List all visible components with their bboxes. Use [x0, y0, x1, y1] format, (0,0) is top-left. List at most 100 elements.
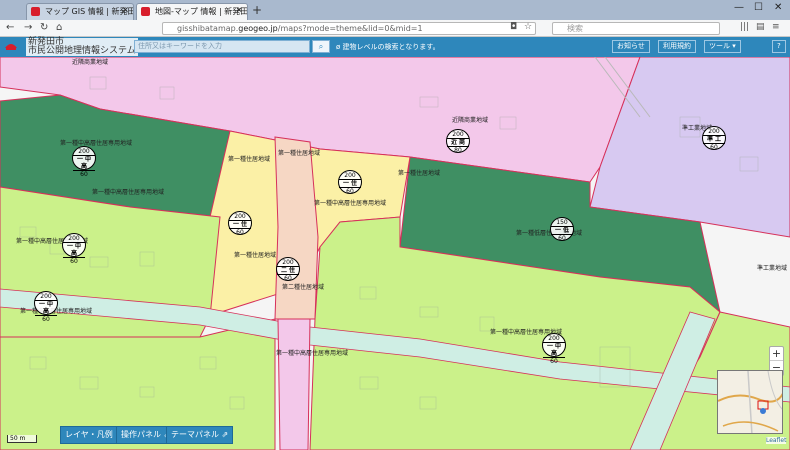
keyword-search-input[interactable]: 住所又はキーワードを入力: [134, 40, 310, 53]
badge-bcr: 60: [80, 171, 88, 178]
keyword-placeholder: 住所又はキーワードを入力: [138, 42, 222, 50]
zone-badge[interactable]: 200 一 中 高 60: [542, 333, 566, 365]
search-placeholder: 検索: [567, 24, 583, 33]
maximize-icon[interactable]: ☐: [754, 2, 763, 13]
search-hint: ø 建物レベルの検索となります。: [336, 43, 440, 51]
map-attribution[interactable]: Leaflet: [766, 437, 787, 444]
map-canvas[interactable]: 近隣商業地域 第一種中高層住居専用地域 第一種住居地域 第一種住居地域 第一種中…: [0, 57, 790, 450]
minimize-icon[interactable]: —: [734, 2, 744, 13]
badge-far: 200: [282, 259, 294, 266]
zone-label: 第一種住居地域: [278, 150, 321, 157]
theme-panel-button[interactable]: テーマパネル ⇗: [166, 426, 234, 444]
window-close-icon[interactable]: ✕: [774, 2, 782, 13]
search-icon[interactable]: ⌕: [312, 40, 330, 53]
badge-type: 近 商: [447, 138, 469, 147]
zone-label: 第一種住居地域: [398, 170, 441, 177]
help-button[interactable]: ?: [772, 40, 786, 53]
badge-type: 二 住: [277, 266, 299, 275]
zone-label: 第一種中高層住居専用地域: [92, 189, 165, 196]
close-icon[interactable]: ✕: [121, 4, 129, 19]
zone-label: 第一種中高層住居専用地域: [314, 200, 387, 207]
zoning-map: [0, 57, 790, 450]
badge-far: 200: [234, 213, 246, 220]
browser-tab-2[interactable]: 地図-マップ 情報 | 新発田市市 ✕: [136, 3, 248, 20]
badge-type: 一 住: [229, 220, 251, 229]
browser-search-field[interactable]: 検索: [552, 22, 720, 35]
url-path: /maps?mode=theme&lid=0&mid=1: [277, 24, 423, 33]
zone-label: 近隣商業地域: [452, 117, 489, 124]
app-logo-title: 新発田市 市民公開地理情報システム: [26, 38, 138, 56]
zone-badge[interactable]: 200 近 商 80: [446, 129, 470, 154]
badge-far: 200: [68, 235, 80, 242]
back-icon[interactable]: ←: [6, 22, 14, 33]
badge-far: 150: [556, 219, 568, 226]
badge-bcr: 60: [70, 258, 78, 265]
url-prefix: gisshibatamap.: [177, 24, 239, 33]
forward-icon[interactable]: →: [24, 22, 32, 33]
scale-bar: 50 m: [7, 435, 37, 443]
close-icon[interactable]: ✕: [235, 4, 243, 19]
new-tab-icon[interactable]: +: [252, 3, 262, 17]
app-favicon-icon: [31, 7, 40, 16]
badge-type: 準 工: [703, 135, 725, 144]
badge-bcr: 80: [454, 147, 462, 154]
app-header: 新発田市 市民公開地理情報システム 住所又はキーワードを入力 ⌕ ø 建物レベル…: [0, 37, 790, 57]
address-bar[interactable]: gisshibatamap.geogeo.jp/maps?mode=theme&…: [162, 22, 536, 35]
badge-far: 200: [78, 148, 90, 155]
home-icon[interactable]: ⌂: [56, 22, 62, 33]
zone-label: 第一種中高層住居専用地域: [60, 140, 133, 147]
zone-badge[interactable]: 200 一 中 高 60: [72, 146, 96, 178]
browser-tab-1[interactable]: マップ GIS 情報 | 新発田市市 ✕: [26, 3, 134, 20]
sidebar-icon[interactable]: ▤: [756, 22, 765, 32]
badge-type: 一 中 高: [543, 342, 565, 358]
badge-far: 200: [452, 131, 464, 138]
reload-icon[interactable]: ↻: [40, 22, 48, 33]
bookmark-star-icon[interactable]: ☆: [524, 22, 532, 32]
minimap-roads: [718, 371, 782, 433]
terms-button[interactable]: 利用規約: [658, 40, 696, 53]
url-domain: geogeo.jp: [238, 24, 278, 33]
tab-title: 地図-マップ 情報 | 新発田市市: [155, 7, 248, 16]
city-logo-icon: [5, 44, 17, 50]
badge-far: 200: [708, 128, 720, 135]
browser-tab-strip: マップ GIS 情報 | 新発田市市 ✕ 地図-マップ 情報 | 新発田市市 ✕…: [0, 0, 790, 20]
zone-badge[interactable]: 200 一 住 60: [228, 211, 252, 236]
zone-label: 第一種住居地域: [234, 252, 277, 259]
news-button[interactable]: お知らせ: [612, 40, 650, 53]
badge-type: 一 中 高: [63, 242, 85, 258]
library-icon[interactable]: |||: [740, 22, 749, 32]
zone-commercial-south: [277, 318, 311, 450]
badge-far: 200: [344, 172, 356, 179]
zone-label: 近隣商業地域: [72, 59, 109, 66]
zone-badge[interactable]: 200 二 住 60: [276, 257, 300, 282]
overview-minimap[interactable]: [717, 370, 783, 434]
zone-badge[interactable]: 200 一 住 60: [338, 170, 362, 195]
badge-bcr: 60: [346, 188, 354, 195]
zone-label: 準工業地域: [757, 265, 788, 272]
zone-label: 第一種住居地域: [228, 156, 271, 163]
zone-badge[interactable]: 200 一 中 高 60: [34, 291, 58, 323]
badge-bcr: 60: [236, 229, 244, 236]
zone-badge[interactable]: 200 準 工 60: [702, 126, 726, 151]
zoom-in-button[interactable]: +: [770, 347, 783, 361]
tools-menu-button[interactable]: ツール ▾: [704, 40, 741, 53]
zone-label: 第一種中高層住居専用地域: [276, 350, 349, 357]
badge-bcr: 60: [550, 358, 558, 365]
zone-badge[interactable]: 150 一 低 60: [550, 217, 574, 242]
badge-bcr: 60: [284, 275, 292, 282]
badge-far: 200: [40, 293, 52, 300]
browser-toolbar: ← → ↻ ⌂ gisshibatamap.geogeo.jp/maps?mod…: [0, 20, 790, 37]
zone-residential-2: [274, 136, 319, 320]
zone-badge[interactable]: 200 一 中 高 60: [62, 233, 86, 265]
badge-type: 一 低: [551, 226, 573, 235]
badge-type: 一 住: [339, 179, 361, 188]
badge-bcr: 60: [558, 235, 566, 242]
badge-type: 一 中 高: [73, 155, 95, 171]
pocket-icon[interactable]: ◘: [510, 22, 517, 32]
menu-icon[interactable]: ≡: [772, 22, 780, 32]
badge-bcr: 60: [42, 316, 50, 323]
app-favicon-icon: [141, 7, 150, 16]
zone-label: 第二種住居地域: [282, 284, 325, 291]
logo-line-2: 市民公開地理情報システム: [28, 46, 136, 56]
badge-type: 一 中 高: [35, 300, 57, 316]
